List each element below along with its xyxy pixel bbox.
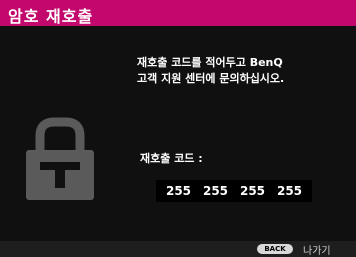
instruction-line-2: 고객 지원 센터에 문의하십시오.: [137, 72, 285, 85]
password-recall-dialog: 암호 재호출 재호출 코드를 적어두고 BenQ 고객 지원 센터에 문의하십시…: [0, 0, 356, 257]
dialog-title: 암호 재호출: [8, 7, 94, 26]
instruction-message: 재호출 코드를 적어두고 BenQ 고객 지원 센터에 문의하십시오.: [137, 55, 284, 87]
back-button[interactable]: BACK: [257, 244, 293, 254]
recall-code-group-2: 255: [202, 184, 229, 198]
recall-code-group-4: 255: [276, 184, 303, 198]
exit-label: 나가기: [303, 246, 331, 257]
footer-bar: BACK 나가기: [0, 241, 356, 257]
recall-code-group-1: 255: [165, 184, 192, 198]
recall-code-display: 255 255 255 255: [156, 180, 312, 202]
recall-code-group-3: 255: [239, 184, 266, 198]
recall-code-label: 재호출 코드 :: [140, 152, 203, 165]
title-bar: 암호 재호출: [0, 0, 356, 26]
lock-icon: [26, 117, 94, 200]
instruction-line-1: 재호출 코드를 적어두고 BenQ: [137, 56, 283, 69]
